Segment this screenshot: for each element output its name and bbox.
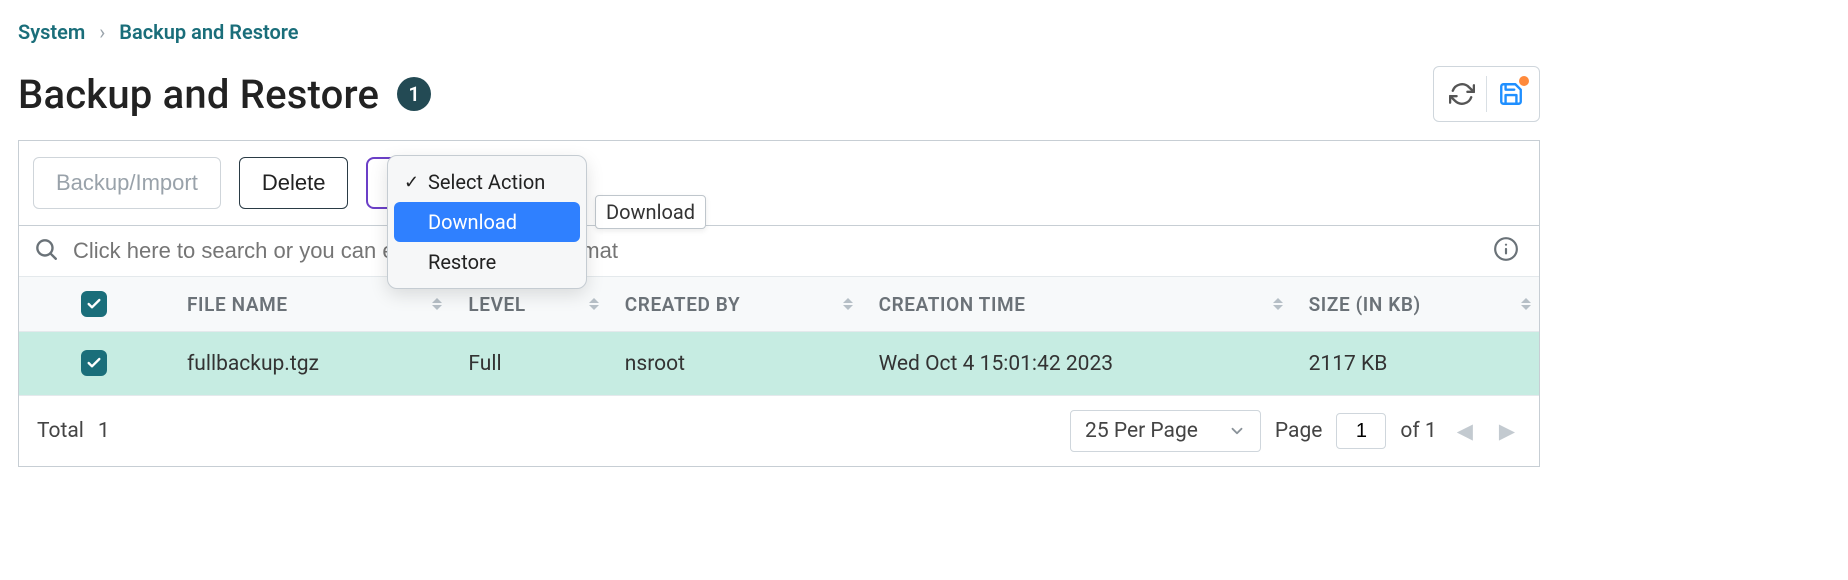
table-row[interactable]: fullbackup.tgz Full nsroot Wed Oct 4 15:… xyxy=(19,332,1539,396)
per-page-select[interactable]: 25 Per Page xyxy=(1070,410,1261,452)
cell-level: Full xyxy=(450,332,606,396)
sort-icon xyxy=(432,298,442,310)
col-creation-time[interactable]: CREATION TIME xyxy=(861,277,1291,332)
backup-import-button[interactable]: Backup/Import xyxy=(33,157,221,209)
page-label: Page xyxy=(1275,419,1323,443)
breadcrumb-current: Backup and Restore xyxy=(119,20,298,44)
total-label: Total xyxy=(37,419,84,443)
menu-item-restore[interactable]: Restore xyxy=(394,242,580,282)
count-badge: 1 xyxy=(397,77,431,111)
prev-page-button[interactable]: ◀ xyxy=(1451,419,1479,444)
row-checkbox[interactable] xyxy=(81,350,107,376)
info-icon[interactable] xyxy=(1493,247,1519,266)
total-value: 1 xyxy=(98,419,110,443)
data-table: FILE NAME LEVEL CREATED BY CREATION TIME… xyxy=(19,276,1539,396)
action-menu: Select Action Download Restore xyxy=(387,155,587,289)
col-size[interactable]: SIZE (IN KB) xyxy=(1291,277,1539,332)
sort-icon xyxy=(843,298,853,310)
cell-creation-time: Wed Oct 4 15:01:42 2023 xyxy=(861,332,1291,396)
cell-file-name: fullbackup.tgz xyxy=(169,332,450,396)
search-input[interactable] xyxy=(73,238,1479,264)
unsaved-indicator-icon xyxy=(1519,76,1529,86)
cell-created-by: nsroot xyxy=(607,332,861,396)
sort-icon xyxy=(1521,298,1531,310)
menu-item-download[interactable]: Download xyxy=(394,202,580,242)
save-button[interactable] xyxy=(1491,74,1531,114)
page-title: Backup and Restore xyxy=(18,71,379,118)
tooltip: Download xyxy=(595,195,706,229)
title-actions xyxy=(1433,66,1540,122)
delete-button[interactable]: Delete xyxy=(239,157,349,209)
breadcrumb-root[interactable]: System xyxy=(18,20,85,44)
table-footer: Total 1 25 Per Page Page of 1 ◀ ▶ xyxy=(19,396,1539,466)
divider xyxy=(1486,76,1487,112)
select-all-checkbox[interactable] xyxy=(81,291,107,317)
refresh-button[interactable] xyxy=(1442,74,1482,114)
refresh-icon xyxy=(1449,81,1475,107)
breadcrumb: System › Backup and Restore xyxy=(18,20,1830,44)
page-of: of 1 xyxy=(1400,419,1436,443)
chevron-right-icon: › xyxy=(99,20,105,44)
toolbar: Backup/Import Delete Select Action Selec… xyxy=(19,141,1539,226)
search-row xyxy=(19,226,1539,276)
search-icon xyxy=(33,236,59,266)
menu-item-select-action[interactable]: Select Action xyxy=(394,162,580,202)
header-checkbox-cell xyxy=(19,277,169,332)
page-input[interactable] xyxy=(1336,413,1386,449)
sort-icon xyxy=(589,298,599,310)
next-page-button[interactable]: ▶ xyxy=(1493,419,1521,444)
cell-size: 2117 KB xyxy=(1291,332,1539,396)
chevron-down-icon xyxy=(1228,422,1246,440)
main-panel: Backup/Import Delete Select Action Selec… xyxy=(18,140,1540,467)
sort-icon xyxy=(1273,298,1283,310)
col-created-by[interactable]: CREATED BY xyxy=(607,277,861,332)
